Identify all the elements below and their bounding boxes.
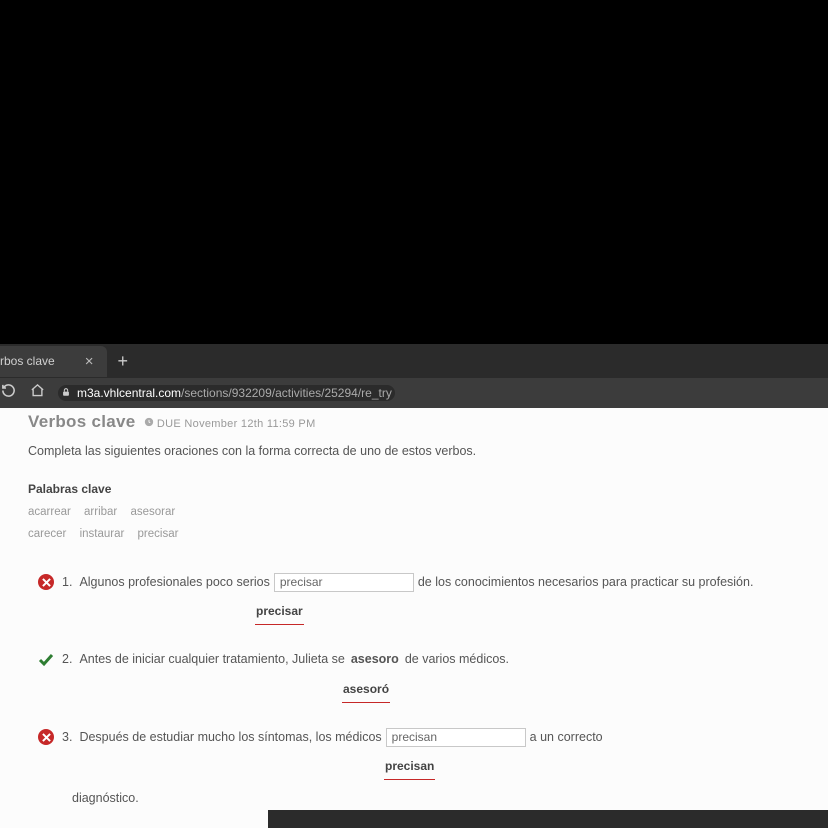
answer-echo: asesoró — [342, 677, 390, 703]
due-label: DUE — [157, 418, 181, 430]
question-number: 2. — [62, 647, 72, 672]
tab-bar: rbos clave × + — [0, 344, 828, 378]
title-text: Verbos clave — [28, 412, 136, 432]
question: 2. Antes de iniciar cualquier tratamiento… — [38, 647, 800, 703]
inline-answer: asesoro — [349, 647, 401, 673]
clock-icon — [144, 417, 154, 427]
address-bar[interactable]: m3a.vhlcentral.com/sections/932209/activ… — [58, 385, 395, 401]
answer-echo-row: asesoró — [38, 675, 800, 703]
new-tab-button[interactable]: + — [117, 351, 128, 372]
answer-echo-row: precisan — [38, 752, 800, 780]
question-line: 2. Antes de iniciar cualquier tratamiento… — [38, 647, 800, 673]
close-icon[interactable]: × — [85, 353, 94, 370]
tab-title: rbos clave — [0, 354, 55, 368]
due-info: DUE November 12th 11:59 PM — [144, 417, 316, 430]
question-text-pre: Antes de iniciar cualquier tratamiento, … — [79, 647, 344, 672]
question-number: 3. — [62, 725, 72, 750]
keywords-title: Palabras clave — [28, 482, 800, 496]
question: 3. Después de estudiar mucho los síntomas… — [38, 725, 800, 811]
wrong-icon — [38, 574, 54, 590]
question-line: 3. Después de estudiar mucho los síntomas… — [38, 725, 800, 750]
keywords-block: Palabras clave acarrear arribar asesorar… — [0, 472, 828, 552]
keyword: arribar — [84, 506, 117, 518]
keyword: instaurar — [80, 528, 125, 540]
question-text-pre: Algunos profesionales poco serios — [79, 570, 269, 595]
url-path: /sections/932209/activities/25294/re_try — [181, 386, 392, 400]
answer-echo-row: precisar — [38, 597, 800, 625]
answer-echo: precisan — [384, 754, 435, 780]
page-title: Verbos clave DUE November 12th 11:59 PM — [28, 412, 800, 432]
lock-icon — [61, 387, 71, 400]
answer-echo: precisar — [255, 599, 304, 625]
question-text-post: a un correcto — [530, 725, 603, 750]
url-domain: m3a.vhlcentral.com — [77, 386, 181, 400]
photo-bottom-edge — [268, 810, 828, 828]
photo-black-background-top — [0, 0, 828, 344]
page-header: Verbos clave DUE November 12th 11:59 PM — [0, 408, 828, 434]
keywords-list: acarrear arribar asesorar carecer instau… — [28, 502, 800, 546]
keyword: acarrear — [28, 506, 71, 518]
page-content: Verbos clave DUE November 12th 11:59 PM … — [0, 408, 828, 828]
nav-bar: m3a.vhlcentral.com/sections/932209/activ… — [0, 378, 828, 408]
wrong-icon — [38, 729, 54, 745]
reload-icon[interactable] — [0, 381, 17, 405]
answer-input[interactable] — [386, 728, 526, 747]
answer-input[interactable] — [274, 573, 414, 592]
question-text-pre: Después de estudiar mucho los síntomas, … — [79, 725, 381, 750]
question-text-post: de varios médicos. — [405, 647, 509, 672]
browser-chrome: rbos clave × + m3a.vhlcentral.com/sectio… — [0, 344, 828, 408]
home-icon[interactable] — [29, 381, 46, 405]
question: 1. Algunos profesionales poco serios de l… — [38, 570, 800, 625]
question-text-continuation: diagnóstico. — [72, 786, 800, 811]
questions-list: 1. Algunos profesionales poco serios de l… — [0, 552, 828, 828]
due-date: November 12th 11:59 PM — [184, 418, 315, 430]
question-text-post: de los conocimientos necesarios para pra… — [418, 570, 754, 595]
browser-tab[interactable]: rbos clave × — [0, 346, 107, 377]
correct-icon — [38, 652, 54, 668]
question-number: 1. — [62, 570, 72, 595]
keyword: carecer — [28, 528, 66, 540]
keyword: asesorar — [130, 506, 175, 518]
instructions: Completa las siguientes oraciones con la… — [0, 434, 828, 472]
question-line: 1. Algunos profesionales poco serios de l… — [38, 570, 800, 595]
keyword: precisar — [138, 528, 179, 540]
